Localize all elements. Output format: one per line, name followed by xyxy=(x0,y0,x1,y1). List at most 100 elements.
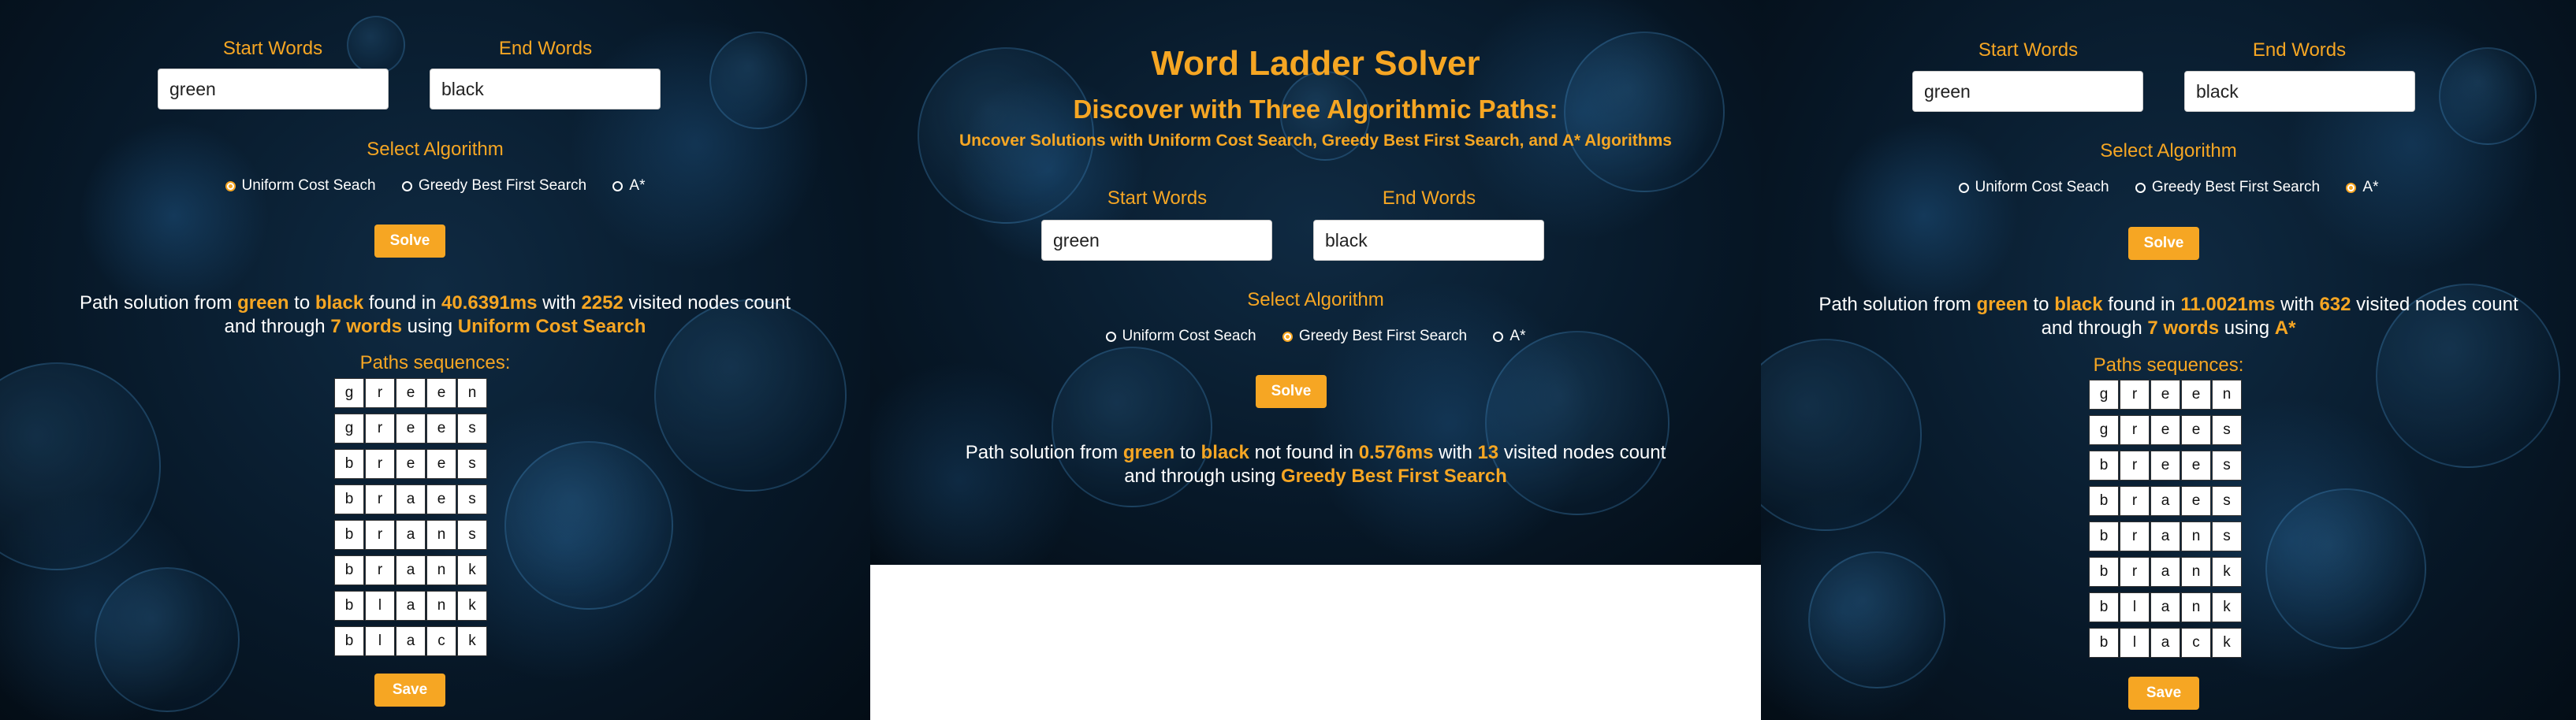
start-word-input[interactable] xyxy=(158,69,389,109)
letter-cell: e xyxy=(396,414,426,444)
path-row: brank xyxy=(334,555,488,585)
letter-cell: e xyxy=(2150,380,2180,410)
radio-a-star[interactable]: A* xyxy=(1493,328,1525,345)
letter-cell: n xyxy=(457,378,487,408)
save-button[interactable]: Save xyxy=(2128,677,2199,710)
result-part: to xyxy=(1174,442,1201,463)
letter-cell: e xyxy=(396,378,426,408)
letter-cell: n xyxy=(2212,380,2242,410)
solve-button[interactable]: Solve xyxy=(1256,375,1327,408)
path-row: brank xyxy=(2089,557,2243,587)
radio-label: A* xyxy=(629,177,646,194)
radio-label: Uniform Cost Seach xyxy=(1975,179,2109,195)
start-words-label: Start Words xyxy=(1978,39,2079,61)
path-row: black xyxy=(334,626,488,656)
solve-button[interactable]: Solve xyxy=(374,225,445,258)
radio-dot-icon xyxy=(612,180,624,191)
radio-uniform-cost[interactable]: Uniform Cost Seach xyxy=(225,177,376,195)
letter-cell: b xyxy=(334,591,364,621)
letter-cell: s xyxy=(2212,486,2242,516)
radio-greedy-best-first[interactable]: Greedy Best First Search xyxy=(1282,328,1467,345)
path-grid: greengreesbreesbraesbransbrankblankblack xyxy=(2089,380,2243,663)
save-button[interactable]: Save xyxy=(374,674,445,707)
end-word-input[interactable] xyxy=(1313,220,1544,261)
letter-cell: e xyxy=(2181,451,2211,481)
result-algorithm: Uniform Cost Search xyxy=(457,316,646,337)
result-part: with xyxy=(1433,442,1478,463)
solve-button[interactable]: Solve xyxy=(2128,227,2199,260)
page-subtitle: Discover with Three Algorithmic Paths: xyxy=(1073,95,1558,124)
start-words-label: Start Words xyxy=(1107,187,1208,209)
letter-cell: l xyxy=(365,626,395,656)
radio-label: A* xyxy=(1509,328,1526,344)
letter-cell: e xyxy=(426,449,456,479)
result-end-word: black xyxy=(315,292,364,314)
result-part: visited nodes count xyxy=(623,292,791,314)
radio-label: Greedy Best First Search xyxy=(2151,179,2321,195)
letter-cell: a xyxy=(396,484,426,514)
result-time: 11.0021ms xyxy=(2180,294,2276,315)
path-row: brans xyxy=(2089,521,2243,551)
start-word-input[interactable] xyxy=(1041,220,1272,261)
radio-dot-icon xyxy=(1958,182,1969,193)
letter-cell: c xyxy=(2181,628,2211,658)
letter-cell: k xyxy=(457,555,487,585)
letter-cell: s xyxy=(457,449,487,479)
paths-sequences-label: Paths sequences: xyxy=(2093,354,2244,376)
radio-label: Uniform Cost Seach xyxy=(241,177,376,194)
letter-cell: a xyxy=(2150,628,2180,658)
radio-dot-selected-icon xyxy=(2346,182,2357,193)
letter-cell: e xyxy=(426,378,456,408)
letter-cell: e xyxy=(2150,415,2180,445)
letter-cell: n xyxy=(426,591,456,621)
page-tagline: Uncover Solutions with Uniform Cost Sear… xyxy=(959,132,1672,150)
result-algorithm: Greedy Best First Search xyxy=(1281,466,1507,487)
result-text: Path solution from green to black not fo… xyxy=(870,441,1761,488)
radio-a-star[interactable]: A* xyxy=(2346,179,2378,196)
radio-dot-icon xyxy=(1493,331,1504,342)
radio-a-star[interactable]: A* xyxy=(612,177,645,195)
result-algorithm: A* xyxy=(2274,317,2296,339)
letter-cell: k xyxy=(457,626,487,656)
blank-area xyxy=(870,565,1761,720)
result-part: and through using xyxy=(1124,466,1282,487)
letter-cell: e xyxy=(2181,380,2211,410)
radio-label: Uniform Cost Seach xyxy=(1122,328,1256,344)
result-part: and through xyxy=(2041,317,2148,339)
radio-uniform-cost[interactable]: Uniform Cost Seach xyxy=(1105,328,1256,345)
letter-cell: e xyxy=(426,414,456,444)
path-row: braes xyxy=(334,484,488,514)
algorithm-radio-group: Uniform Cost Seach Greedy Best First Sea… xyxy=(870,328,1761,347)
radio-label: Greedy Best First Search xyxy=(418,177,587,194)
end-words-label: End Words xyxy=(498,38,593,59)
paths-sequences-label: Paths sequences: xyxy=(359,352,511,373)
result-text: Path solution from green to black found … xyxy=(1761,293,2576,340)
path-row: brees xyxy=(334,449,488,479)
radio-uniform-cost[interactable]: Uniform Cost Seach xyxy=(1958,179,2109,196)
letter-cell: n xyxy=(426,555,456,585)
letter-cell: k xyxy=(457,591,487,621)
path-row: brans xyxy=(334,520,488,550)
right-panel: Start Words End Words Select Algorithm U… xyxy=(1761,0,2576,720)
letter-cell: l xyxy=(2120,628,2150,658)
letter-cell: a xyxy=(396,591,426,621)
radio-greedy-best-first[interactable]: Greedy Best First Search xyxy=(2135,179,2320,196)
end-word-input[interactable] xyxy=(2184,71,2415,112)
select-algorithm-label: Select Algorithm xyxy=(2100,140,2237,161)
letter-cell: b xyxy=(334,484,364,514)
page-title: Word Ladder Solver xyxy=(1151,44,1480,83)
letter-cell: a xyxy=(2150,557,2180,587)
end-word-input[interactable] xyxy=(430,69,661,109)
result-part: to xyxy=(2027,294,2055,315)
letter-cell: r xyxy=(2120,415,2150,445)
result-end-word: black xyxy=(2054,294,2103,315)
start-word-input[interactable] xyxy=(1912,71,2143,112)
letter-cell: c xyxy=(426,626,456,656)
radio-dot-icon xyxy=(401,180,412,191)
letter-cell: b xyxy=(2089,557,2119,587)
algorithm-radio-group: Uniform Cost Seach Greedy Best First Sea… xyxy=(0,177,870,196)
end-words-label: End Words xyxy=(1382,187,1476,209)
letter-cell: e xyxy=(396,449,426,479)
path-row: brees xyxy=(2089,451,2243,481)
radio-greedy-best-first[interactable]: Greedy Best First Search xyxy=(401,177,587,195)
